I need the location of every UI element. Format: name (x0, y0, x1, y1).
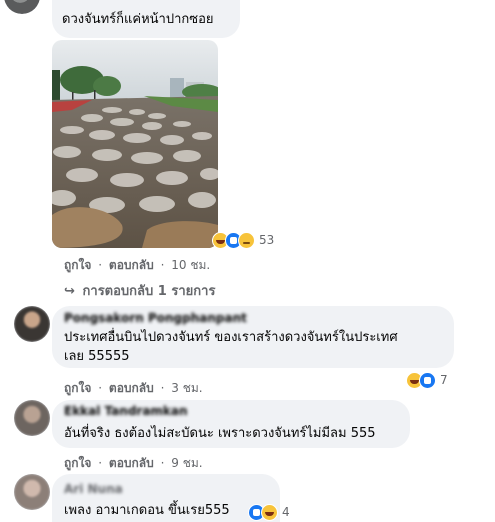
comment-text: ดวงจันทร์ก็แค่หน้าปากซอย (62, 12, 214, 27)
commenter-name[interactable]: Ekkal Tandramkan (64, 404, 188, 418)
haha-icon (261, 503, 278, 521)
like-icon (419, 371, 436, 389)
comment-bubble: ดวงจันทร์ก็แค่หน้าปากซอย (52, 0, 240, 38)
reaction-summary[interactable]: 7 (404, 370, 452, 390)
comment-actions: ถูกใจ · ตอบกลับ · 9 ชม. (64, 454, 203, 473)
comment-actions: ถูกใจ · ตอบกลับ · 10 ชม. (64, 256, 210, 275)
like-link[interactable]: ถูกใจ (64, 258, 91, 272)
timestamp[interactable]: 10 ชม. (171, 258, 210, 272)
replies-count-label: การตอบกลับ 1 รายการ (82, 284, 216, 299)
avatar[interactable] (14, 306, 50, 342)
like-link[interactable]: ถูกใจ (64, 381, 91, 395)
reply-link[interactable]: ตอบกลับ (109, 258, 154, 272)
separator: · (160, 456, 165, 470)
timestamp[interactable]: 3 ชม. (171, 381, 202, 395)
reaction-count: 53 (259, 233, 275, 247)
reply-link[interactable]: ตอบกลับ (109, 381, 154, 395)
separator: · (98, 381, 103, 395)
comment-photo[interactable] (52, 40, 218, 248)
like-link[interactable]: ถูกใจ (64, 456, 91, 470)
comment-actions: ถูกใจ · ตอบกลับ · 3 ชม. (64, 379, 203, 398)
comment-text-line: ประเทศอื่นบินไปดวงจันทร์ ของเราสร้างดวงจ… (64, 330, 398, 345)
reaction-summary[interactable]: 53 (210, 230, 278, 250)
separator: · (160, 258, 165, 272)
reaction-count: 7 (440, 373, 448, 387)
view-replies-link[interactable]: ↪ การตอบกลับ 1 รายการ (64, 280, 215, 301)
comment-text: เพลง อามาเกดอน ขึ้นเรย555 (64, 503, 230, 518)
reply-arrow-icon: ↪ (64, 284, 75, 299)
avatar[interactable] (4, 0, 40, 14)
separator: · (98, 258, 103, 272)
sad-icon (238, 231, 255, 249)
reaction-summary[interactable]: 4 (246, 502, 294, 522)
comment-text: อันที่จริง ธงต้องไม่สะบัดนะ เพราะดวงจันท… (64, 426, 376, 441)
timestamp[interactable]: 9 ชม. (171, 456, 202, 470)
comment-bubble: Ekkal Tandramkan อันที่จริง ธงต้องไม่สะบ… (52, 400, 410, 448)
separator: · (98, 456, 103, 470)
avatar[interactable] (14, 474, 50, 510)
reaction-count: 4 (282, 505, 290, 519)
separator: · (160, 381, 165, 395)
avatar[interactable] (14, 400, 50, 436)
comment-text-line: เลย 55555 (64, 349, 130, 364)
comment-bubble: Pongsakorn Pongphanpant ประเทศอื่นบินไปด… (52, 306, 454, 368)
reply-link[interactable]: ตอบกลับ (109, 456, 154, 470)
commenter-name[interactable]: Ari Nuna (64, 482, 123, 496)
road-potholes-image (52, 40, 218, 248)
commenter-name[interactable]: Pongsakorn Pongphanpant (64, 311, 247, 325)
